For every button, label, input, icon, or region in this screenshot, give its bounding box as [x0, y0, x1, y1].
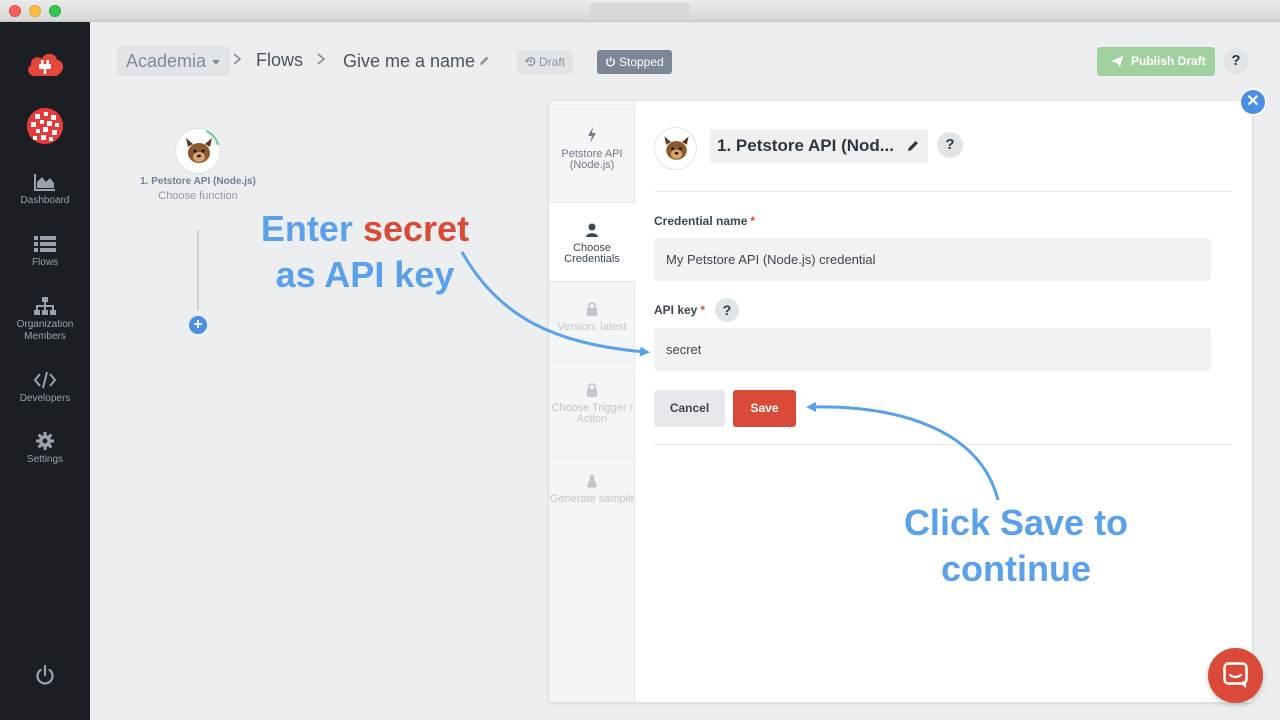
required-mark: *	[750, 214, 756, 228]
zoom-window-button[interactable]	[49, 5, 61, 17]
sitemap-icon	[34, 297, 56, 315]
step-avatar	[654, 127, 697, 170]
step-divider	[549, 457, 635, 458]
sidebar-item-settings[interactable]: Settings	[0, 431, 90, 466]
credential-name-label: Credential name *	[654, 214, 755, 228]
flow-name[interactable]: Give me a name	[343, 51, 475, 72]
sidebar-item-label: Developers	[19, 393, 71, 404]
flow-node-avatar[interactable]	[175, 128, 221, 174]
publish-draft-label: Publish Draft	[1131, 54, 1206, 68]
add-step-button[interactable]: +	[189, 316, 207, 334]
minimize-window-button[interactable]	[29, 5, 41, 17]
stopped-badge-label: Stopped	[619, 55, 664, 69]
paper-plane-icon	[1111, 56, 1123, 67]
history-icon	[525, 57, 536, 67]
cloud-plug-logo-icon[interactable]	[25, 48, 65, 80]
chevron-right-icon	[317, 53, 326, 65]
workspace-selector[interactable]: Academia	[117, 46, 231, 76]
flow-node-title[interactable]: 1. Petstore API (Node.js)	[118, 176, 278, 187]
sidebar-item-label: Organization Members	[16, 319, 74, 342]
annotation-text: Enter	[260, 208, 353, 249]
required-mark: *	[700, 303, 706, 317]
step-divider	[549, 361, 635, 362]
step-divider	[549, 109, 635, 110]
step-title[interactable]: 1. Petstore API (Nod...	[710, 129, 928, 163]
flow-node-subtitle: Choose function	[158, 190, 238, 202]
api-key-input[interactable]: secret	[654, 328, 1211, 371]
draft-badge-label: Draft	[539, 55, 566, 69]
step-label: Version: latest	[557, 321, 627, 333]
chat-support-button[interactable]	[1208, 648, 1263, 703]
step-label: Choose Trigger / Action	[551, 402, 633, 425]
window-title-area	[590, 3, 690, 19]
user-icon	[586, 223, 598, 237]
area-chart-icon	[34, 174, 55, 191]
sidebar-item-developers[interactable]: Developers	[0, 370, 90, 405]
api-key-label-text: API key	[654, 303, 698, 317]
list-icon	[34, 236, 56, 252]
lock-icon	[587, 302, 597, 316]
step-choose-credentials[interactable]: Choose Credentials	[549, 202, 635, 282]
help-button[interactable]: ?	[1223, 48, 1249, 74]
api-key-label: API key *	[654, 303, 705, 317]
gear-icon	[36, 432, 54, 450]
sidebar-item-dashboard[interactable]: Dashboard	[0, 172, 90, 207]
workspace-name: Academia	[126, 51, 207, 71]
annotation-text: Click Save to	[903, 502, 1129, 543]
step-choose-trigger-action[interactable]: Choose Trigger / Action	[549, 383, 635, 425]
step-navigation: Petstore API (Node.js) Choose Credential…	[549, 101, 635, 702]
pencil-icon[interactable]	[478, 55, 490, 67]
power-icon	[606, 57, 615, 67]
sidebar-item-label: Flows	[31, 257, 59, 268]
sidebar-item-label: Dashboard	[20, 195, 70, 206]
annotation-text: as API key	[275, 254, 455, 295]
bolt-icon	[588, 127, 596, 143]
draft-badge[interactable]: Draft	[517, 50, 574, 74]
step-help-button[interactable]: ?	[937, 132, 963, 158]
cancel-button[interactable]: Cancel	[654, 390, 725, 427]
pencil-icon[interactable]	[906, 139, 920, 153]
step-generate-sample[interactable]: Generate sample	[549, 474, 635, 505]
caret-down-icon	[212, 60, 221, 66]
power-icon[interactable]	[34, 664, 56, 686]
flask-icon	[587, 475, 597, 488]
step-petstore-api[interactable]: Petstore API (Node.js)	[549, 127, 635, 171]
flow-connector-line	[197, 230, 199, 310]
credential-name-label-text: Credential name	[654, 214, 748, 228]
annotation-highlight: secret	[362, 208, 470, 249]
credential-name-input[interactable]: My Petstore API (Node.js) credential	[654, 238, 1211, 281]
close-panel-button[interactable]: ✕	[1239, 88, 1267, 116]
publish-draft-button[interactable]: Publish Draft	[1097, 47, 1215, 76]
dog-avatar-icon	[664, 136, 689, 160]
divider	[654, 191, 1232, 192]
divider	[654, 444, 1232, 445]
sidebar-item-flows[interactable]: Flows	[0, 234, 90, 269]
stopped-badge[interactable]: Stopped	[597, 50, 672, 74]
save-button[interactable]: Save	[733, 390, 796, 427]
annotation-text: continue	[941, 548, 1091, 589]
window-titlebar	[0, 0, 1280, 22]
dog-avatar-icon	[186, 130, 219, 163]
lock-icon	[587, 383, 597, 397]
code-icon	[33, 371, 57, 389]
sidebar-item-organization-members[interactable]: Organization Members	[0, 296, 90, 343]
step-label: Choose Credentials	[564, 242, 620, 265]
close-window-button[interactable]	[9, 5, 21, 17]
annotation-enter-secret: Enter secret as API key	[240, 206, 490, 298]
chat-icon	[1223, 662, 1248, 688]
step-config-panel: Petstore API (Node.js) Choose Credential…	[549, 101, 1252, 702]
breadcrumb-flows[interactable]: Flows	[256, 50, 303, 71]
step-label: Generate sample	[549, 493, 635, 505]
step-label: Petstore API (Node.js)	[561, 148, 623, 171]
chevron-right-icon	[233, 53, 242, 65]
api-key-help-button[interactable]: ?	[715, 298, 739, 322]
organization-avatar[interactable]	[27, 108, 63, 144]
step-version[interactable]: Version: latest	[549, 302, 635, 333]
sidebar: Dashboard Flows Organization Members Dev…	[0, 22, 90, 720]
annotation-click-save: Click Save to continue	[880, 500, 1152, 592]
sidebar-item-label: Settings	[26, 454, 64, 465]
